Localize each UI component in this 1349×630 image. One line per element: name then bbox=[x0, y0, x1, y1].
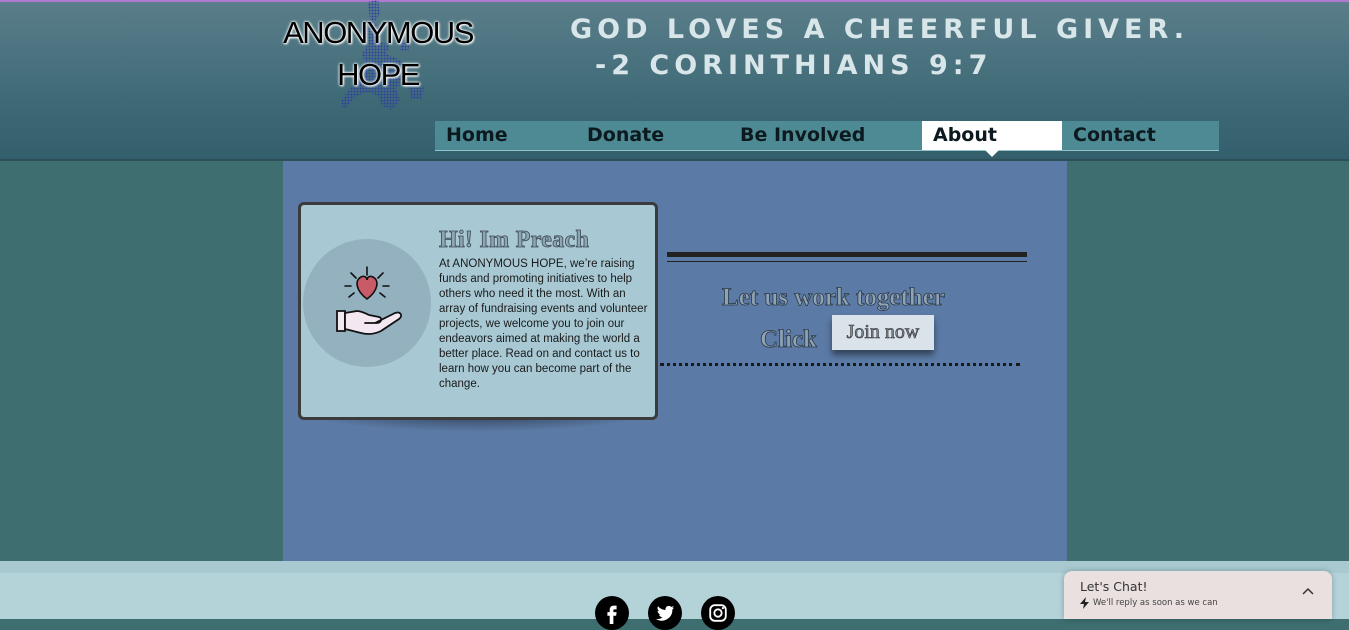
header-verse: GOD LOVES A CHEERFUL GIVER. -2 CORINTHIA… bbox=[570, 12, 1189, 84]
logo-line-1: ANONYMOUS bbox=[283, 15, 474, 50]
divider-thin bbox=[667, 261, 1027, 262]
chat-widget[interactable]: Let's Chat! We'll reply as soon as we ca… bbox=[1064, 571, 1332, 619]
nav-item-contact[interactable]: Contact bbox=[1062, 121, 1219, 150]
chevron-up-icon[interactable] bbox=[1302, 587, 1314, 595]
divider-thick bbox=[667, 252, 1027, 257]
logo-line-2: HOPE bbox=[337, 57, 420, 92]
card-title: Hi! Im Preach bbox=[439, 227, 590, 254]
card-body-text: At ANONYMOUS HOPE, we’re raising funds a… bbox=[439, 258, 648, 390]
chat-title: Let's Chat! bbox=[1080, 579, 1148, 594]
verse-line-1: GOD LOVES A CHEERFUL GIVER. bbox=[570, 14, 1190, 45]
chat-subtitle: We'll reply as soon as we can bbox=[1093, 598, 1218, 608]
site-logo[interactable]: ANONYMOUS HOPE bbox=[270, 12, 486, 96]
lightning-icon bbox=[1080, 597, 1089, 609]
dotted-divider bbox=[660, 363, 1020, 366]
nav-item-home[interactable]: Home bbox=[435, 121, 576, 150]
nav-item-donate[interactable]: Donate bbox=[576, 121, 729, 150]
twitter-icon[interactable] bbox=[648, 596, 682, 630]
facebook-icon[interactable] bbox=[595, 596, 629, 630]
verse-line-2: -2 CORINTHIANS 9:7 bbox=[595, 50, 993, 81]
join-now-button[interactable]: Join now bbox=[832, 315, 934, 350]
about-card: Hi! Im Preach At ANONYMOUS HOPE, we’re r… bbox=[298, 202, 658, 420]
nav-item-about[interactable]: About bbox=[922, 121, 1062, 157]
cta-heading: Let us work together bbox=[722, 284, 946, 312]
cta-click-label: Click bbox=[760, 326, 818, 354]
icon-circle bbox=[303, 239, 431, 367]
main-nav: Home Donate Be Involved About Contact bbox=[435, 121, 1219, 157]
nav-item-be-involved[interactable]: Be Involved bbox=[729, 121, 922, 150]
hand-holding-heart-icon bbox=[336, 266, 402, 335]
instagram-icon[interactable] bbox=[701, 596, 735, 630]
